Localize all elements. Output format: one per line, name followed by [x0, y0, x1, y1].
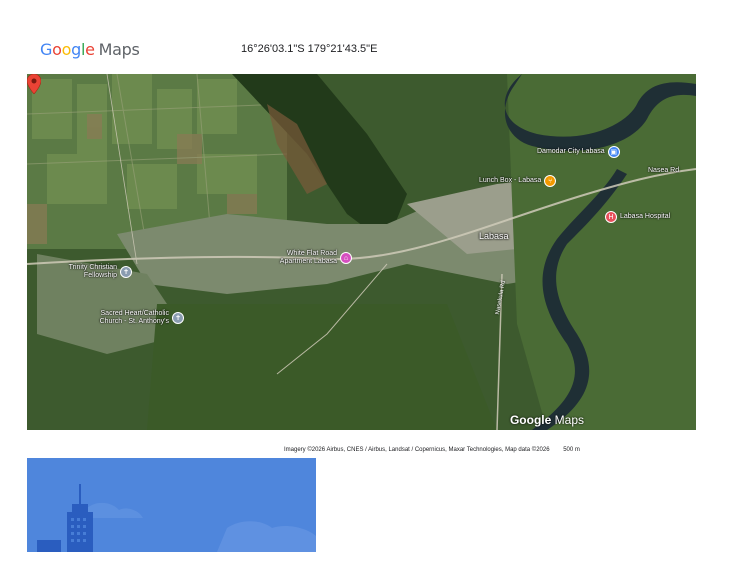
watermark-google: Google: [509, 413, 552, 427]
logo-maps-text: Maps: [98, 40, 140, 59]
poi-hotel[interactable]: White Flat Road Apartment Labasa ⌂: [271, 250, 352, 266]
poi-label: Damodar City Labasa: [537, 148, 605, 155]
map-attribution: Imagery ©2026 Airbus, CNES / Airbus, Lan…: [284, 447, 580, 453]
restaurant-icon: ⑂: [544, 175, 557, 187]
hospital-icon: H: [605, 211, 617, 223]
poi-hospital[interactable]: H Labasa Hospital: [605, 211, 670, 223]
satellite-imagery: [27, 74, 696, 430]
poi-label: Nasea Rd: [648, 167, 680, 174]
poi-church-sacred-heart[interactable]: Sacred Heart/Catholic Church - St. Antho…: [85, 310, 184, 326]
poi-label: Trinity Christian Fellowship: [68, 264, 117, 279]
shopping-icon: ▣: [607, 146, 620, 158]
poi-shopping[interactable]: Damodar City Labasa ▣: [537, 146, 620, 158]
scale-label[interactable]: 500 m: [563, 447, 580, 453]
header: Google Maps 16°26'03.1"S 179°21'43.5"E: [40, 38, 700, 64]
satellite-map[interactable]: Labasa Nasekula Rd Damodar City Labasa ▣…: [27, 74, 696, 430]
poi-church-trinity[interactable]: Trinity Christian Fellowship ✝: [57, 264, 132, 280]
logo-letter: e: [85, 40, 95, 59]
google-maps-logo[interactable]: Google Maps: [40, 40, 140, 59]
hotel-icon: ⌂: [340, 252, 352, 264]
church-icon: ✝: [172, 312, 184, 324]
street-view-thumbnail[interactable]: [27, 458, 316, 552]
poi-restaurant[interactable]: Lunch Box - Labasa ⑂: [479, 175, 557, 187]
poi-label: Lunch Box - Labasa: [479, 177, 542, 184]
attribution-text[interactable]: Imagery ©2026 Airbus, CNES / Airbus, Lan…: [284, 447, 550, 453]
poi-label: Labasa Hospital: [620, 213, 671, 220]
poi-label: Sacred Heart/Catholic Church - St. Antho…: [99, 310, 169, 325]
google-maps-watermark: Google Maps: [510, 413, 584, 427]
logo-letter: o: [52, 40, 62, 59]
coordinates-text[interactable]: 16°26'03.1"S 179°21'43.5"E: [241, 43, 377, 55]
logo-letter: g: [71, 40, 81, 59]
logo-letter: o: [61, 40, 72, 59]
poi-label: White Flat Road Apartment Labasa: [279, 250, 337, 265]
city-skyline-icon: [27, 458, 316, 552]
church-icon: ✝: [120, 266, 132, 278]
logo-letter: G: [40, 40, 53, 59]
town-label[interactable]: Labasa: [479, 231, 509, 241]
poi-road[interactable]: Nasea Rd: [648, 167, 679, 175]
location-pin-icon[interactable]: [27, 74, 41, 94]
watermark-maps: Maps: [554, 413, 584, 427]
